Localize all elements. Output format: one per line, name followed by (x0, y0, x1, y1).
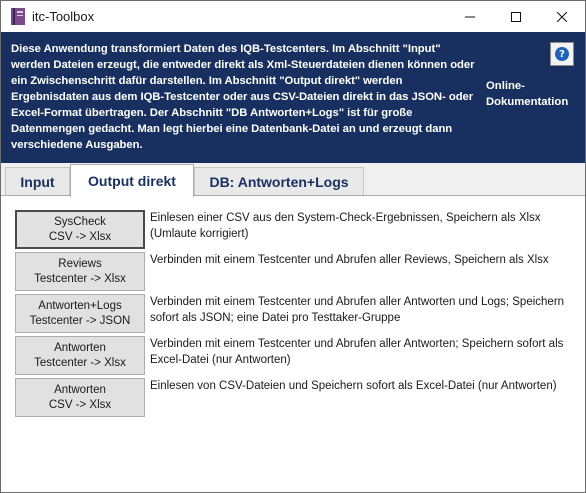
button-label-line2: Testcenter -> JSON (29, 314, 131, 327)
app-window: itc-Toolbox Diese Anwendung transformier… (0, 0, 586, 493)
close-button[interactable] (539, 1, 585, 32)
tab-output-direkt[interactable]: Output direkt (70, 164, 194, 197)
online-documentation-link[interactable]: Online-Dokumentation (486, 78, 582, 110)
antworten-testcenter-xlsx-button[interactable]: Antworten Testcenter -> Xlsx (15, 336, 145, 375)
antworten-csv-xlsx-button[interactable]: Antworten CSV -> Xlsx (15, 378, 145, 417)
maximize-button[interactable] (493, 1, 539, 32)
help-icon: ? (555, 47, 569, 61)
syscheck-csv-xlsx-button[interactable]: SysCheck CSV -> Xlsx (15, 210, 145, 249)
info-header: Diese Anwendung transformiert Daten des … (1, 32, 585, 163)
button-label-line2: CSV -> Xlsx (48, 398, 112, 411)
antworten-csv-description: Einlesen von CSV-Dateien und Speichern s… (150, 380, 557, 392)
syscheck-description: Einlesen einer CSV aus den System-Check-… (150, 212, 541, 240)
button-label-line1: Antworten+Logs (38, 299, 122, 312)
button-label-line1: SysCheck (54, 215, 106, 228)
button-label-line1: Antworten (54, 341, 106, 354)
tab-strip: Input Output direkt DB: Antworten+Logs (1, 163, 585, 197)
window-title: itc-Toolbox (32, 9, 95, 24)
minimize-button[interactable] (447, 1, 493, 32)
antworten-logs-testcenter-json-button[interactable]: Antworten+Logs Testcenter -> JSON (15, 294, 145, 333)
minimize-icon (465, 12, 475, 22)
button-label-line2: Testcenter -> Xlsx (34, 356, 126, 369)
antworten-testcenter-description: Verbinden mit einem Testcenter und Abruf… (150, 338, 564, 366)
header-description: Diese Anwendung transformiert Daten des … (11, 43, 475, 151)
button-label-line2: Testcenter -> Xlsx (34, 272, 126, 285)
reviews-description: Verbinden mit einem Testcenter und Abruf… (150, 254, 549, 266)
antworten-logs-description: Verbinden mit einem Testcenter und Abruf… (150, 296, 565, 324)
tab-input[interactable]: Input (5, 167, 70, 196)
button-label-line1: Reviews (58, 257, 102, 270)
reviews-testcenter-xlsx-button[interactable]: Reviews Testcenter -> Xlsx (15, 252, 145, 291)
help-button[interactable]: ? (550, 42, 574, 66)
button-label-line2: CSV -> Xlsx (48, 230, 112, 243)
app-book-icon (11, 8, 25, 25)
title-bar[interactable]: itc-Toolbox (1, 1, 585, 32)
tab-content-output-direkt: SysCheck CSV -> Xlsx Einlesen einer CSV … (1, 195, 585, 492)
maximize-icon (511, 11, 521, 22)
tab-db-antworten-logs[interactable]: DB: Antworten+Logs (194, 167, 364, 196)
close-icon (557, 11, 567, 22)
button-label-line1: Antworten (54, 383, 106, 396)
